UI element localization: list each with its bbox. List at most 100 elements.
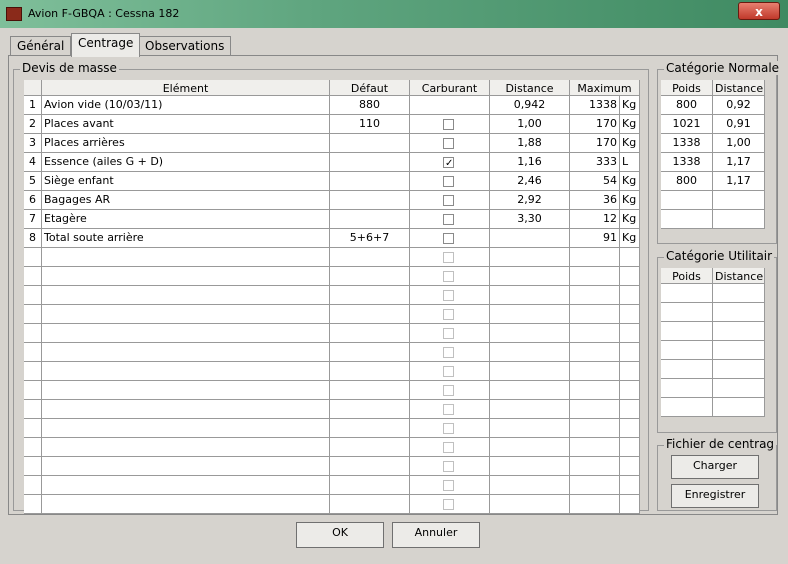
devis-cell-distance[interactable] [490,343,570,362]
devis-cell-unit[interactable] [620,248,640,267]
carburant-checkbox[interactable] [443,138,454,149]
devis-cell-element[interactable] [42,286,330,305]
devis-cell-defaut[interactable] [330,286,410,305]
devis-cell-unit[interactable]: Kg [620,172,640,191]
tab-general[interactable]: Général [10,36,72,56]
devis-cell-element[interactable] [42,457,330,476]
devis-cell-unit[interactable] [620,457,640,476]
devis-cell-unit[interactable] [620,305,640,324]
devis-cell-carburant[interactable] [410,400,490,419]
devis-cell-unit[interactable]: Kg [620,210,640,229]
devis-cell-element[interactable] [42,419,330,438]
devis-cell-distance[interactable] [490,457,570,476]
devis-cell-defaut[interactable] [330,210,410,229]
normale-cell-distance[interactable]: 0,92 [713,96,765,115]
devis-cell-distance[interactable] [490,495,570,514]
utilitaire-cell-distance[interactable] [713,360,765,379]
devis-cell-element[interactable] [42,305,330,324]
devis-cell-maximum[interactable] [570,343,620,362]
devis-cell-maximum[interactable] [570,286,620,305]
normale-cell-distance[interactable]: 0,91 [713,115,765,134]
utilitaire-cell-distance[interactable] [713,284,765,303]
devis-cell-defaut[interactable] [330,400,410,419]
devis-cell-maximum[interactable] [570,267,620,286]
devis-cell-element[interactable] [42,381,330,400]
normale-cell-distance[interactable] [713,191,765,210]
devis-cell-defaut[interactable] [330,476,410,495]
devis-cell-element[interactable]: Etagère [42,210,330,229]
devis-cell-element[interactable] [42,248,330,267]
utilitaire-cell-distance[interactable] [713,379,765,398]
devis-cell-defaut[interactable] [330,153,410,172]
devis-cell-unit[interactable] [620,286,640,305]
devis-cell-maximum[interactable] [570,324,620,343]
devis-cell-defaut[interactable] [330,362,410,381]
devis-cell-maximum[interactable]: 1338 [570,96,620,115]
devis-cell-unit[interactable] [620,267,640,286]
utilitaire-cell-poids[interactable] [661,379,713,398]
devis-cell-maximum[interactable] [570,362,620,381]
devis-cell-carburant[interactable] [410,115,490,134]
devis-cell-carburant[interactable] [410,362,490,381]
devis-cell-element[interactable] [42,324,330,343]
devis-cell-distance[interactable]: 1,16 [490,153,570,172]
utilitaire-cell-distance[interactable] [713,303,765,322]
devis-cell-defaut[interactable] [330,495,410,514]
devis-cell-carburant[interactable] [410,305,490,324]
devis-cell-carburant[interactable] [410,191,490,210]
devis-cell-distance[interactable]: 3,30 [490,210,570,229]
tab-observations[interactable]: Observations [138,36,232,56]
devis-cell-element[interactable] [42,343,330,362]
devis-cell-maximum[interactable] [570,438,620,457]
utilitaire-cell-distance[interactable] [713,322,765,341]
devis-cell-maximum[interactable] [570,457,620,476]
devis-cell-defaut[interactable]: 5+6+7 [330,229,410,248]
normale-cell-poids[interactable]: 1338 [661,134,713,153]
devis-cell-distance[interactable]: 1,88 [490,134,570,153]
devis-cell-maximum[interactable]: 54 [570,172,620,191]
devis-cell-carburant[interactable] [410,248,490,267]
devis-cell-distance[interactable]: 0,942 [490,96,570,115]
devis-cell-distance[interactable]: 1,00 [490,115,570,134]
devis-cell-carburant[interactable] [410,134,490,153]
devis-cell-unit[interactable] [620,400,640,419]
devis-cell-defaut[interactable] [330,267,410,286]
devis-cell-distance[interactable] [490,305,570,324]
devis-cell-maximum[interactable]: 333 [570,153,620,172]
carburant-checkbox[interactable] [443,176,454,187]
devis-cell-element[interactable] [42,438,330,457]
devis-cell-distance[interactable] [490,438,570,457]
devis-cell-element[interactable]: Essence (ailes G + D) [42,153,330,172]
devis-cell-distance[interactable] [490,419,570,438]
devis-cell-carburant[interactable] [410,381,490,400]
devis-cell-distance[interactable] [490,286,570,305]
devis-cell-carburant[interactable] [410,172,490,191]
normale-cell-poids[interactable]: 1338 [661,153,713,172]
devis-cell-element[interactable]: Siège enfant [42,172,330,191]
devis-cell-maximum[interactable]: 91 [570,229,620,248]
devis-cell-carburant[interactable] [410,495,490,514]
carburant-checkbox[interactable] [443,119,454,130]
devis-cell-carburant[interactable] [410,476,490,495]
devis-cell-carburant[interactable] [410,210,490,229]
normale-cell-distance[interactable]: 1,00 [713,134,765,153]
devis-cell-element[interactable] [42,267,330,286]
normale-cell-distance[interactable]: 1,17 [713,153,765,172]
devis-cell-unit[interactable] [620,495,640,514]
utilitaire-cell-poids[interactable] [661,303,713,322]
devis-cell-defaut[interactable] [330,172,410,191]
devis-cell-maximum[interactable]: 12 [570,210,620,229]
devis-cell-distance[interactable] [490,229,570,248]
devis-cell-distance[interactable] [490,400,570,419]
devis-cell-defaut[interactable] [330,457,410,476]
normale-cell-poids[interactable] [661,210,713,229]
devis-cell-maximum[interactable] [570,495,620,514]
devis-cell-unit[interactable]: Kg [620,115,640,134]
devis-cell-unit[interactable]: Kg [620,134,640,153]
utilitaire-cell-distance[interactable] [713,341,765,360]
devis-cell-element[interactable] [42,362,330,381]
charger-button[interactable]: Charger [671,455,759,479]
devis-cell-distance[interactable] [490,362,570,381]
devis-cell-element[interactable] [42,400,330,419]
devis-cell-defaut[interactable] [330,134,410,153]
